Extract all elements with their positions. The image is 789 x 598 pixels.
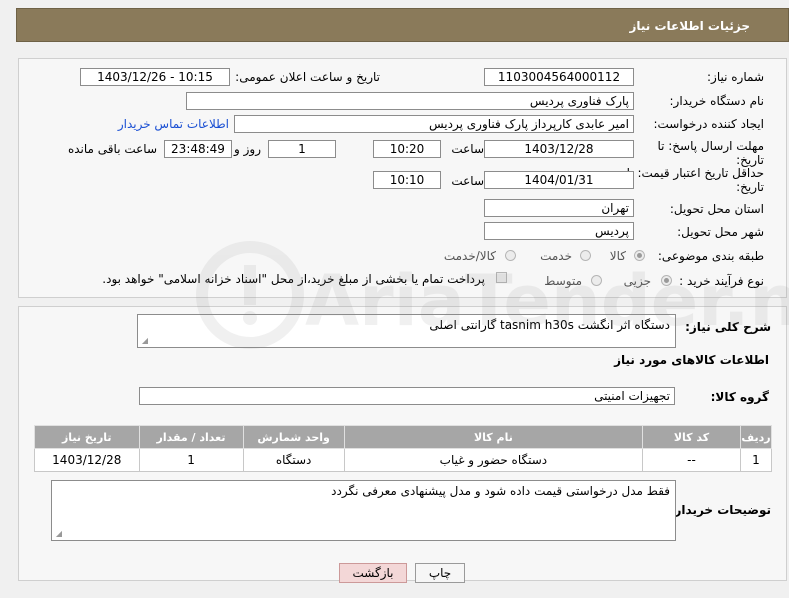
validity-time-field: 10:10 [373, 171, 441, 189]
cell-unit: دستگاه [242, 448, 345, 472]
goods-table-header: تاریخ نیاز تعداد / مقدار واحد شمارش نام … [34, 425, 773, 449]
purchase-radio-minor[interactable] [661, 275, 672, 286]
buyer-org-label: نام دستگاه خریدار: [669, 94, 765, 108]
category-label: طبقه بندی موضوعی: [657, 249, 764, 263]
description-text: دستگاه اثر انگشت tasnim h30s گارانتی اصل… [429, 318, 670, 332]
treasury-checkbox[interactable] [496, 272, 507, 283]
validity-date-field: 1404/01/31 [484, 171, 634, 189]
deadline-time-label: ساعت [451, 142, 484, 156]
goods-section-title: اطلاعات کالاهای مورد نیاز [614, 353, 769, 367]
cell-goods-name: دستگاه حضور و غیاب [343, 448, 644, 472]
purchase-radio-medium[interactable] [591, 275, 602, 286]
buyer-notes-textarea: فقط مدل درخواستی قیمت داده شود و مدل پیش… [51, 480, 676, 541]
category-option-goods-service: کالا/خدمت [443, 249, 496, 263]
time-remaining-field: 23:48:49 [164, 140, 232, 158]
deadline-label-date: تاریخ: [736, 153, 764, 167]
col-goods-name: نام کالا [343, 425, 644, 449]
days-label: روز و [234, 142, 261, 156]
goods-table: تاریخ نیاز تعداد / مقدار واحد شمارش نام … [34, 425, 773, 472]
resize-grip-icon[interactable]: ◢ [54, 530, 62, 538]
resize-grip-icon[interactable]: ◢ [140, 337, 148, 345]
col-row-index: ردیف [739, 425, 773, 449]
category-option-service: خدمت [540, 249, 572, 263]
creator-field: امیر عابدی کارپرداز پارک فناوری پردیس [234, 115, 634, 133]
creator-label: ایجاد کننده درخواست: [653, 117, 764, 131]
purchase-type-label: نوع فرآیند خرید : [679, 274, 764, 288]
announce-date-field: 1403/12/26 - 10:15 [80, 68, 230, 86]
buyer-contact-link[interactable]: اطلاعات تماس خریدار [118, 117, 229, 131]
back-button[interactable]: بازگشت [339, 563, 407, 583]
category-radio-service[interactable] [580, 250, 591, 261]
cell-need-date: 1403/12/28 [34, 448, 140, 472]
time-remaining-label: ساعت باقی مانده [67, 142, 157, 156]
city-label: شهر محل تحویل: [677, 225, 764, 239]
province-field: تهران [484, 199, 634, 217]
need-number-label: شماره نیاز: [707, 70, 764, 84]
treasury-payment-note: پرداخت تمام یا بخشی از مبلغ خرید،از محل … [102, 272, 485, 286]
category-radio-goods-service[interactable] [505, 250, 516, 261]
table-row: 1403/12/28 1 دستگاه دستگاه حضور و غیاب -… [34, 448, 773, 472]
goods-group-field: تجهیزات امنیتی [139, 387, 675, 405]
cell-row-index: 1 [739, 448, 773, 472]
page-title: جزئیات اطلاعات نیاز [629, 19, 750, 33]
province-label: استان محل تحویل: [669, 202, 764, 216]
deadline-label: مهلت ارسال پاسخ: تا [657, 139, 764, 153]
description-textarea: دستگاه اثر انگشت tasnim h30s گارانتی اصل… [137, 314, 676, 348]
print-button[interactable]: چاپ [415, 563, 465, 583]
validity-time-label: ساعت [451, 174, 484, 188]
category-option-goods: کالا [609, 249, 626, 263]
announce-date-label: تاریخ و ساعت اعلان عمومی: [235, 70, 380, 84]
buyer-notes-label: توضیحات خریدار: [669, 503, 771, 517]
city-field: پردیس [484, 222, 634, 240]
col-unit: واحد شمارش [242, 425, 345, 449]
deadline-time-field: 10:20 [373, 140, 441, 158]
page-header: جزئیات اطلاعات نیاز [16, 8, 789, 42]
col-goods-code: کد کالا [642, 425, 741, 449]
cell-quantity: 1 [138, 448, 244, 472]
need-number-field: 1103004564000112 [484, 68, 634, 86]
validity-label-date: تاریخ: [736, 180, 764, 194]
col-need-date: تاریخ نیاز [34, 425, 140, 449]
deadline-date-field: 1403/12/28 [484, 140, 634, 158]
purchase-option-medium: متوسط [544, 274, 582, 288]
category-radio-goods[interactable] [634, 250, 645, 261]
goods-group-label: گروه کالا: [710, 390, 769, 404]
description-label: شرح کلی نیاز: [685, 320, 771, 334]
buyer-notes-text: فقط مدل درخواستی قیمت داده شود و مدل پیش… [331, 484, 670, 498]
purchase-option-minor: جزیی [623, 274, 651, 288]
cell-goods-code: -- [642, 448, 741, 472]
buyer-org-field: پارک فناوری پردیس [186, 92, 634, 110]
days-remaining-field: 1 [268, 140, 336, 158]
validity-label: حداقل تاریخ اعتبار قیمت: تا [626, 166, 764, 180]
col-quantity: تعداد / مقدار [138, 425, 244, 449]
